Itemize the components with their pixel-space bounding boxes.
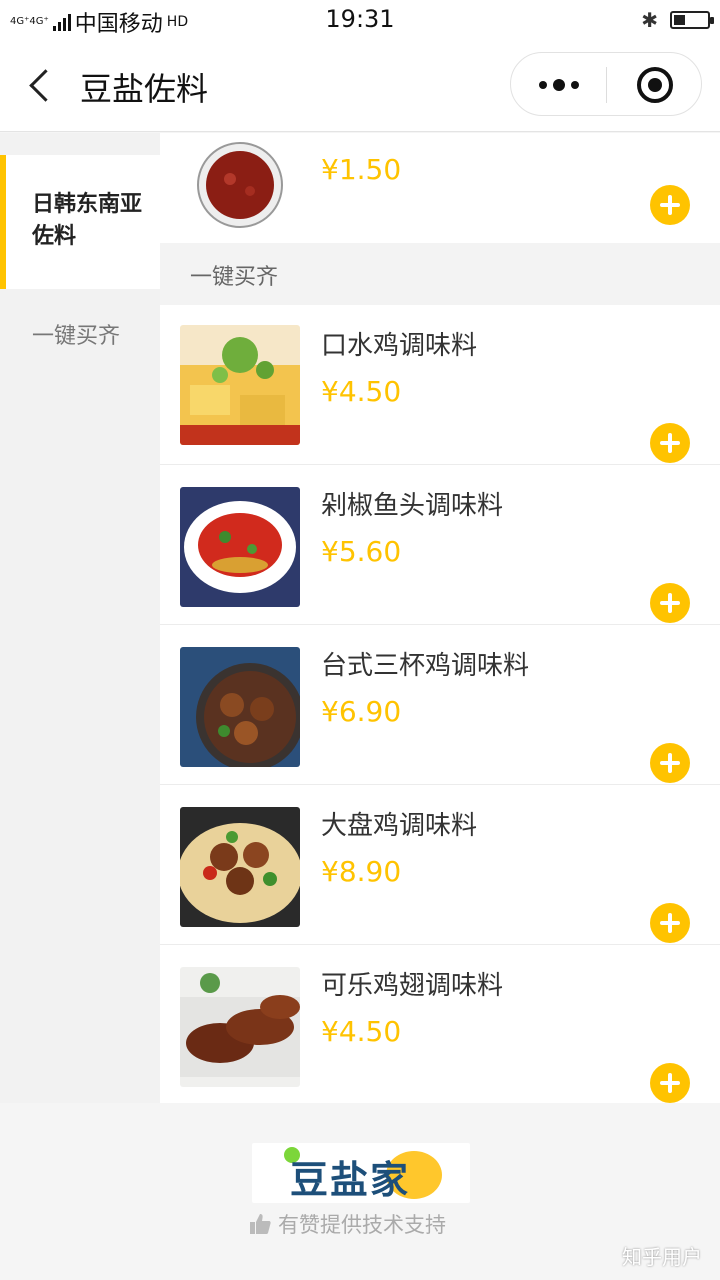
close-target-icon[interactable]: [637, 67, 673, 103]
product-image: [180, 133, 300, 245]
brand-name: 豆盐家: [290, 1158, 411, 1202]
product-price: ¥4.50: [321, 1015, 402, 1048]
product-name: 台式三杯鸡调味料: [321, 651, 530, 681]
back-arrow-icon[interactable]: [22, 62, 62, 106]
category-item-sea-seasoning[interactable]: 日韩东南亚佐料: [0, 155, 160, 289]
category-label: 日韩东南亚佐料: [32, 192, 143, 249]
product-price: ¥6.90: [321, 695, 402, 728]
brand-logo[interactable]: 豆盐家: [252, 1143, 470, 1203]
add-to-cart-button[interactable]: [650, 583, 690, 623]
product-card[interactable]: 剁椒鱼头调味料 ¥5.60: [160, 465, 720, 625]
section-header: 一键买齐: [160, 243, 720, 305]
product-price: ¥5.60: [321, 535, 402, 568]
product-name: 口水鸡调味料: [321, 331, 478, 361]
watermark: 知乎用户: [622, 1245, 702, 1269]
nav-bar: 豆盐佐料: [0, 38, 720, 132]
product-price: ¥8.90: [321, 855, 402, 888]
status-time: 19:31: [325, 5, 395, 33]
product-name: 大盘鸡调味料: [321, 811, 478, 841]
product-image: [180, 325, 300, 445]
bluetooth-icon: ✱: [641, 8, 658, 32]
product-price: ¥4.50: [321, 375, 402, 408]
product-card[interactable]: 台式三杯鸡调味料 ¥6.90: [160, 625, 720, 785]
category-sidebar: 日韩东南亚佐料 一键买齐: [0, 133, 160, 1103]
add-to-cart-button[interactable]: [650, 903, 690, 943]
battery-level: [674, 15, 685, 25]
product-list: ¥1.50 一键买齐 口水鸡调味料 ¥4.50 剁椒鱼头调味料 ¥5.60 台式…: [160, 133, 720, 1103]
section-label: 一键买齐: [190, 265, 279, 290]
product-image: [180, 487, 300, 607]
status-bar: 4G⁺4G⁺ 中国移动 HD 19:31 ✱: [0, 0, 720, 38]
more-dots-icon[interactable]: [511, 53, 607, 117]
capsule-divider: [606, 67, 607, 103]
add-to-cart-button[interactable]: [650, 743, 690, 783]
category-item-one-click[interactable]: 一键买齐: [0, 289, 160, 387]
footer: 豆盐家 有赞提供技术支持 知乎用户: [0, 1103, 720, 1280]
product-price: ¥1.50: [321, 153, 402, 186]
product-card[interactable]: 可乐鸡翅调味料 ¥4.50: [160, 945, 720, 1103]
product-image: [180, 647, 300, 767]
thumbs-up-icon: [250, 1214, 271, 1234]
add-to-cart-button[interactable]: [650, 1063, 690, 1103]
product-card[interactable]: 大盘鸡调味料 ¥8.90: [160, 785, 720, 945]
category-label: 一键买齐: [32, 324, 121, 349]
miniprogram-capsule: [510, 52, 702, 116]
add-to-cart-button[interactable]: [650, 423, 690, 463]
powered-by-text: 有赞提供技术支持: [278, 1213, 446, 1237]
product-card[interactable]: 口水鸡调味料 ¥4.50: [160, 305, 720, 465]
page-title: 豆盐佐料: [80, 70, 209, 108]
product-image: [180, 807, 300, 927]
powered-by[interactable]: 有赞提供技术支持: [248, 1209, 446, 1239]
product-card[interactable]: ¥1.50: [160, 133, 720, 245]
product-image: [180, 967, 300, 1087]
status-right: ✱: [641, 8, 714, 32]
product-name: 剁椒鱼头调味料: [321, 491, 504, 521]
product-name: 可乐鸡翅调味料: [321, 971, 504, 1001]
add-to-cart-button[interactable]: [650, 185, 690, 225]
battery-icon: [670, 11, 714, 29]
